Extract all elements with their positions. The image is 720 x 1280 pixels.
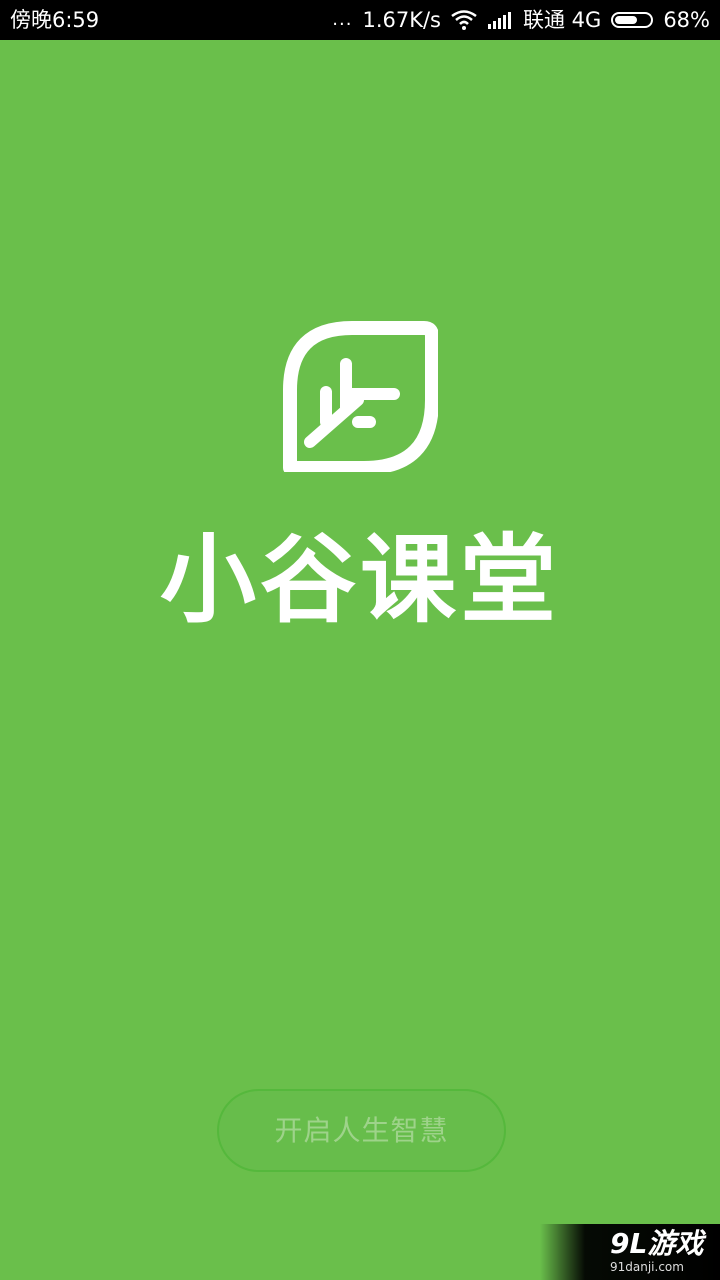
status-indicators: ... 1.67K/s 联通 4G 68% <box>322 0 710 40</box>
battery-fill <box>615 16 638 24</box>
watermark-site: 91danji.com <box>610 1260 684 1274</box>
watermark-text: 9L游戏 <box>610 1227 704 1260</box>
watermark: 9L游戏 91danji.com <box>540 1224 720 1280</box>
wifi-icon <box>451 10 477 30</box>
status-time: 傍晚6:59 <box>10 8 100 32</box>
signal-icon <box>488 12 511 29</box>
network-speed: 1.67K/s <box>362 8 441 32</box>
app-name: 小谷课堂 <box>160 524 560 636</box>
status-bar: 傍晚6:59 ... 1.67K/s 联通 4G 68% <box>0 0 720 40</box>
battery-icon <box>611 12 654 28</box>
notification-dots: ... <box>332 9 353 30</box>
start-button[interactable]: 开启人生智慧 <box>217 1089 506 1172</box>
carrier-label: 联通 4G <box>523 8 602 32</box>
leaf-logo-icon <box>283 321 438 472</box>
battery-percent: 68% <box>663 8 710 32</box>
